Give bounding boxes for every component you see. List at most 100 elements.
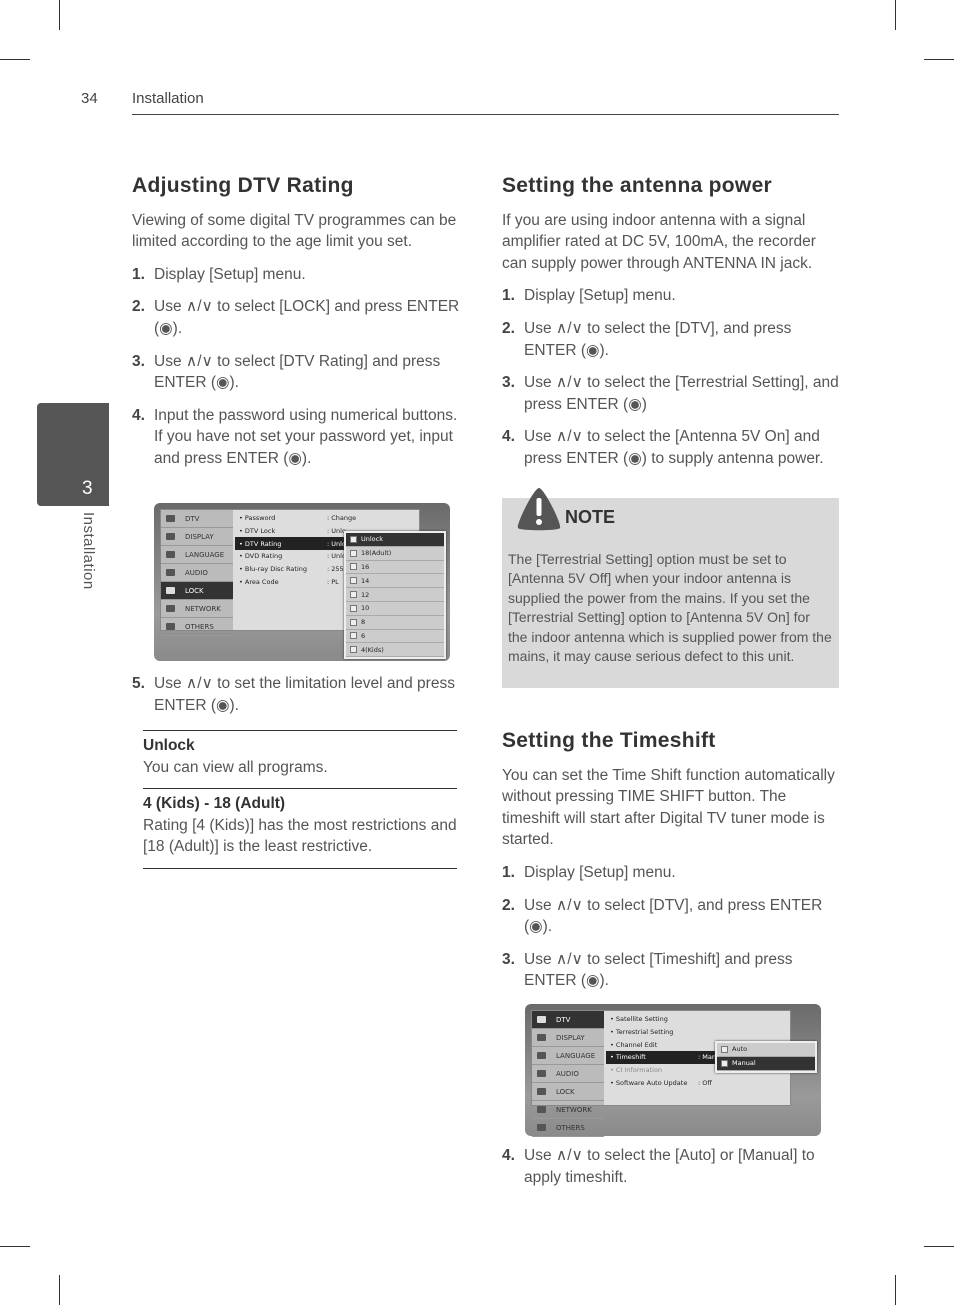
audio-icon [166, 569, 175, 576]
step: 2. Use ∧/∨ to select the [DTV], and press… [502, 318, 842, 361]
checkbox-icon [721, 1045, 728, 1053]
language-icon [537, 1052, 546, 1059]
step-number: 3. [132, 352, 145, 370]
checkbox-icon [350, 646, 357, 654]
crop-mark [895, 0, 896, 30]
menu-category-label: DTV [556, 1015, 571, 1024]
popup-item: 16 [346, 561, 444, 575]
dtv-icon [166, 515, 175, 522]
step-text: Input the password using numerical butto… [154, 406, 458, 424]
definition-term: Unlock [143, 737, 195, 754]
menu-category-language: LANGUAGE [532, 1047, 604, 1065]
setup-menu-dtv-screenshot: DTV DISPLAY LANGUAGE AUDIO LOCK NETWORK OTHERS… [525, 1004, 821, 1137]
popup-item-label: 4(Kids) [361, 645, 384, 654]
popup-item-label: Auto [732, 1045, 748, 1054]
crop-mark [0, 59, 30, 60]
menu-category-label: LOCK [185, 586, 204, 595]
menu-category-audio: AUDIO [532, 1065, 604, 1083]
menu-category-label: LOCK [556, 1087, 575, 1096]
popup-item-label: 6 [361, 631, 366, 640]
step-number: 2. [502, 896, 515, 914]
checkbox-icon [350, 604, 357, 612]
popup-item: Unlock [346, 533, 444, 547]
warning-icon [517, 488, 561, 531]
popup-item-label: 8 [361, 618, 366, 627]
definition-row: 4 (Kids) - 18 (Adult) Rating [4 (Kids)] h… [143, 788, 457, 868]
menu-category-label: LANGUAGE [185, 550, 225, 559]
step-text: Use ∧/∨ to select the [DTV], and press E… [524, 319, 792, 359]
menu-option: • Password: Change [235, 512, 419, 525]
menu-category-others: OTHERS [532, 1119, 604, 1137]
manual-page: { "header":{"page_number":"34","section"… [0, 0, 954, 1305]
popup-item-label: 18(Adult) [361, 549, 392, 558]
step-text: Use ∧/∨ to select the [Auto] or [Manual]… [524, 1147, 815, 1186]
menu-popup: Unlock 18(Adult) 16 14 12 10 8 6 4(Kids) [344, 531, 446, 660]
step-text: Use ∧/∨ to set the limitation level and … [154, 675, 455, 714]
step: 2. Use ∧/∨ to select [DTV], and press ENT… [502, 895, 842, 938]
menu-category-language: LANGUAGE [161, 546, 233, 564]
display-icon [537, 1034, 546, 1041]
step-number: 4. [502, 1147, 515, 1164]
menu-option-label: • DTV Rating [239, 539, 282, 548]
antenna-power-section: Setting the antenna power If you are usi… [502, 175, 842, 470]
step: 3. Use ∧/∨ to select [Timeshift] and pres… [502, 949, 842, 992]
checkbox-icon [350, 632, 357, 640]
menu-category-label: AUDIO [185, 568, 208, 577]
lock-icon [166, 587, 175, 594]
definition-desc: You can view all programs. [143, 758, 328, 776]
menu-option-label: • Timeshift [610, 1053, 646, 1062]
menu-category-lock: LOCK [161, 582, 233, 600]
crop-mark [924, 1246, 954, 1247]
popup-item-label: 14 [361, 576, 370, 585]
step-text: Use ∧/∨ to select the [Terrestrial Setti… [524, 374, 839, 413]
menu-category-network: NETWORK [532, 1101, 604, 1119]
menu-option-value: : Man [698, 1053, 716, 1062]
menu-option-value: : Off [698, 1078, 712, 1087]
setup-menu-lock-screenshot: DTV DISPLAY LANGUAGE AUDIO LOCK NETWORK OTHERS… [154, 503, 450, 661]
step-number: 2. [132, 298, 145, 316]
menu-option-label: • Area Code [239, 577, 279, 586]
menu-option-label: • CI Information [610, 1066, 663, 1075]
checkbox-icon [350, 591, 357, 599]
crop-mark [924, 59, 954, 60]
step-text: Use ∧/∨ to select the [Antenna 5V On] an… [524, 428, 824, 467]
popup-item: 14 [346, 574, 444, 589]
menu-option-label: • Terrestrial Setting [610, 1028, 674, 1037]
section-heading: Setting the antenna power [502, 174, 773, 197]
step-number: 3. [502, 950, 515, 968]
intro-text: You can set the Time Shift function auto… [502, 766, 835, 849]
step-number: 5. [132, 675, 145, 692]
step-text: Display [Setup] menu. [154, 265, 306, 283]
menu-category-label: NETWORK [556, 1105, 592, 1114]
header-rule [132, 114, 839, 115]
step: 4. Use ∧/∨ to select the [Auto] or [Manua… [502, 1145, 842, 1188]
popup-item: 6 [346, 630, 444, 644]
step-number: 4. [502, 428, 515, 446]
popup-item-label: 12 [361, 590, 370, 599]
step-text: Use ∧/∨ to select [Timeshift] and press … [524, 950, 793, 990]
menu-option-label: • Channel Edit [610, 1040, 658, 1049]
step-text: Use ∧/∨ to select [DTV Rating] and press… [154, 352, 441, 392]
chapter-tab [37, 403, 109, 506]
crop-mark [0, 1246, 30, 1247]
dtv-icon [537, 1016, 546, 1023]
menu-option-label: • Blu-ray Disc Rating [239, 565, 307, 574]
popup-item-label: Manual [732, 1059, 756, 1068]
audio-icon [537, 1070, 546, 1077]
chapter-number: 3 [82, 478, 93, 499]
lock-icon [537, 1088, 546, 1095]
checkbox-icon [350, 535, 357, 543]
menu-category-label: OTHERS [185, 622, 214, 631]
checkbox-icon [350, 618, 357, 626]
step-text: Use ∧/∨ to select [DTV], and press ENTER… [524, 896, 823, 936]
popup-item: Auto [717, 1043, 815, 1057]
menu-category-network: NETWORK [161, 600, 233, 618]
steps: 1. Display [Setup] menu. 2. Use ∧/∨ to sel… [132, 264, 472, 470]
network-icon [537, 1106, 546, 1113]
display-icon [166, 533, 175, 540]
step: 3. Use ∧/∨ to select [DTV Rating] and pre… [132, 351, 472, 394]
menu-option-label: • DTV Lock [239, 527, 276, 536]
note-text: The [Terrestrial Setting] option must be… [508, 551, 832, 665]
step: 4. Use ∧/∨ to select the [Antenna 5V On] … [502, 426, 842, 469]
menu-category-label: AUDIO [556, 1069, 579, 1078]
